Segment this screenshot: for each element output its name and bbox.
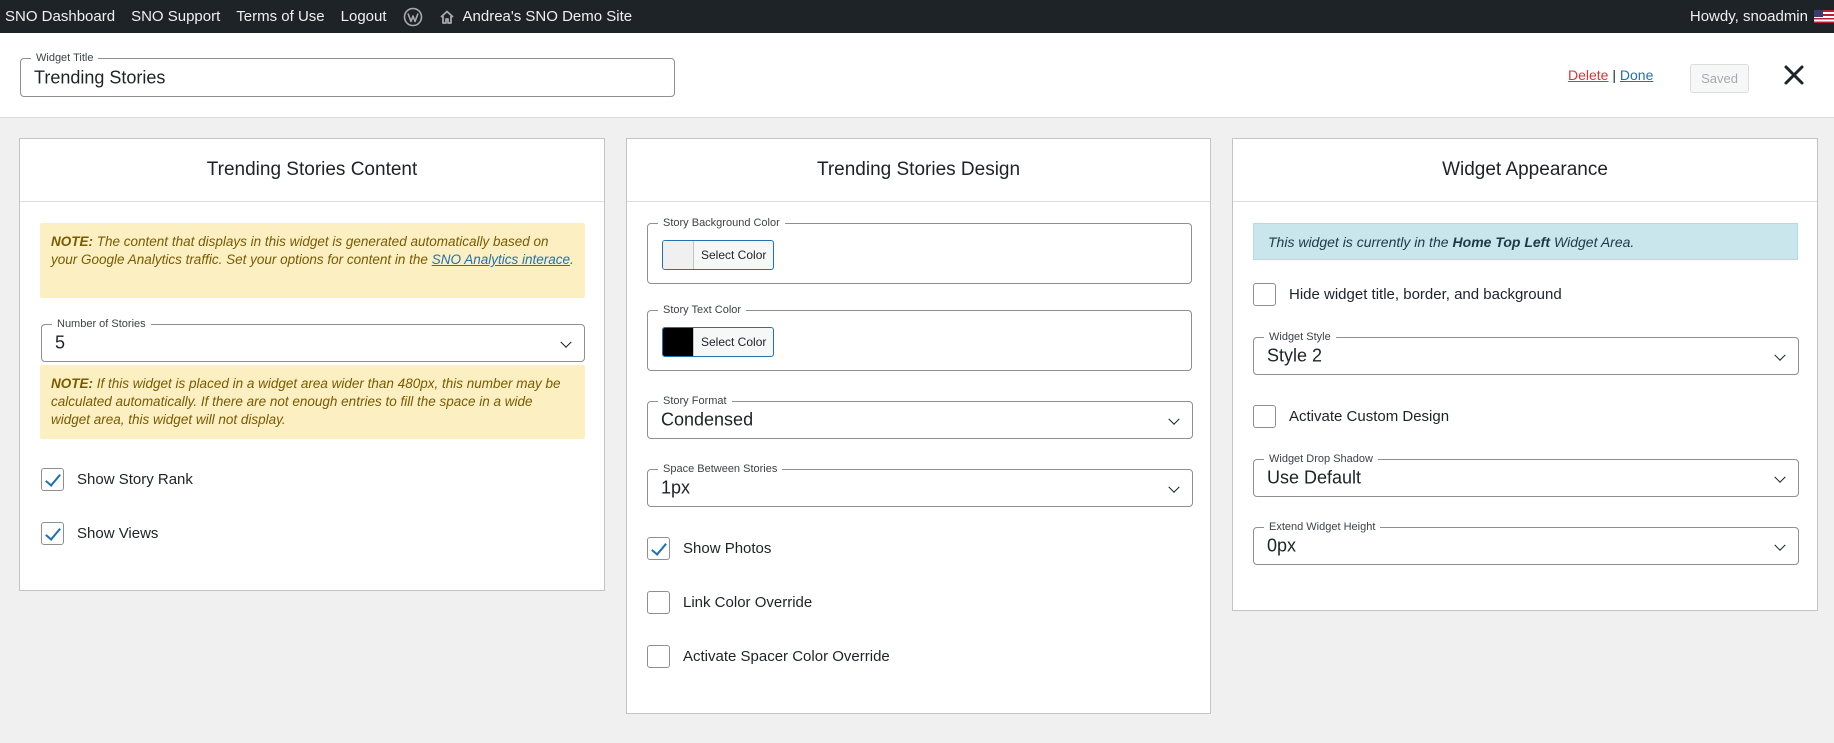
link-color-override-checkbox[interactable]: Link Color Override bbox=[647, 591, 812, 614]
background-color-picker-button[interactable]: Select Color bbox=[662, 240, 775, 270]
design-panel: Trending Stories Design Story Background… bbox=[626, 138, 1211, 714]
delete-link[interactable]: Delete bbox=[1568, 67, 1608, 83]
story-text-color-field: Story Text Color Select Color bbox=[647, 303, 1192, 371]
sno-dashboard-link[interactable]: SNO Dashboard bbox=[0, 0, 123, 33]
widget-area-info: This widget is currently in the Home Top… bbox=[1253, 223, 1798, 260]
story-format-value: Condensed bbox=[661, 409, 754, 430]
background-color-swatch bbox=[663, 241, 694, 269]
chevron-down-icon bbox=[1168, 481, 1180, 493]
note-label: NOTE: bbox=[51, 376, 93, 391]
close-icon[interactable] bbox=[1782, 63, 1806, 87]
checkbox-unchecked-icon[interactable] bbox=[647, 591, 670, 614]
checkbox-checked-icon[interactable] bbox=[647, 537, 670, 560]
story-text-color-legend: Story Text Color bbox=[658, 303, 747, 317]
story-format-select[interactable]: Story Format Condensed bbox=[647, 394, 1193, 439]
user-avatar bbox=[1814, 10, 1834, 23]
saved-button[interactable]: Saved bbox=[1690, 64, 1749, 93]
info-area-name: Home Top Left bbox=[1452, 233, 1551, 250]
hide-widget-title-label: Hide widget title, border, and backgroun… bbox=[1289, 286, 1562, 303]
number-of-stories-select[interactable]: Number of Stories 5 bbox=[41, 317, 585, 362]
header-actions: Delete | Done bbox=[1568, 67, 1653, 83]
admin-bar: SNO Dashboard SNO Support Terms of Use L… bbox=[0, 0, 1834, 33]
logout-link[interactable]: Logout bbox=[333, 0, 395, 33]
content-panel-heading: Trending Stories Content bbox=[20, 139, 604, 202]
spacer-color-override-checkbox[interactable]: Activate Spacer Color Override bbox=[647, 645, 890, 668]
appearance-panel-heading: Widget Appearance bbox=[1233, 139, 1817, 202]
text-color-swatch bbox=[663, 328, 694, 356]
extend-widget-height-select[interactable]: Extend Widget Height 0px bbox=[1253, 520, 1799, 565]
width-note: NOTE: If this widget is placed in a widg… bbox=[40, 365, 585, 439]
widget-title-field[interactable]: Widget Title Trending Stories bbox=[20, 51, 675, 97]
howdy-label: Howdy, snoadmin bbox=[1689, 8, 1808, 25]
widget-style-value: Style 2 bbox=[1267, 345, 1323, 366]
extend-widget-height-value: 0px bbox=[1267, 535, 1297, 556]
select-color-label: Select Color bbox=[701, 248, 767, 262]
note-label: NOTE: bbox=[51, 234, 93, 249]
widget-style-legend: Widget Style bbox=[1264, 330, 1336, 344]
widget-style-select[interactable]: Widget Style Style 2 bbox=[1253, 330, 1799, 375]
design-panel-heading: Trending Stories Design bbox=[627, 139, 1210, 202]
wordpress-icon[interactable] bbox=[395, 7, 431, 27]
content-panel: Trending Stories Content NOTE: The conte… bbox=[19, 138, 605, 591]
note-text: If this widget is placed in a widget are… bbox=[51, 376, 561, 427]
activate-custom-design-checkbox[interactable]: Activate Custom Design bbox=[1253, 405, 1449, 428]
sno-support-link[interactable]: SNO Support bbox=[123, 0, 228, 33]
space-between-stories-select[interactable]: Space Between Stories 1px bbox=[647, 462, 1193, 507]
widget-drop-shadow-legend: Widget Drop Shadow bbox=[1264, 452, 1378, 466]
chevron-down-icon bbox=[1774, 471, 1786, 483]
checkbox-unchecked-icon[interactable] bbox=[1253, 283, 1276, 306]
show-views-checkbox[interactable]: Show Views bbox=[41, 522, 158, 545]
text-color-picker-button[interactable]: Select Color bbox=[662, 327, 775, 357]
checkbox-unchecked-icon[interactable] bbox=[1253, 405, 1276, 428]
widget-title-input[interactable]: Trending Stories bbox=[34, 67, 165, 88]
show-photos-label: Show Photos bbox=[683, 540, 772, 557]
checkbox-checked-icon[interactable] bbox=[41, 522, 64, 545]
checkbox-unchecked-icon[interactable] bbox=[647, 645, 670, 668]
info-prefix: This widget is currently in the bbox=[1268, 233, 1449, 250]
chevron-down-icon bbox=[1774, 539, 1786, 551]
action-separator: | bbox=[1612, 67, 1616, 83]
number-of-stories-legend: Number of Stories bbox=[52, 317, 151, 331]
appearance-panel: Widget Appearance This widget is current… bbox=[1232, 138, 1818, 611]
widget-drop-shadow-value: Use Default bbox=[1267, 467, 1362, 488]
note-period: . bbox=[570, 252, 574, 267]
terms-of-use-link[interactable]: Terms of Use bbox=[228, 0, 332, 33]
chevron-down-icon bbox=[1774, 349, 1786, 361]
done-link[interactable]: Done bbox=[1620, 67, 1653, 83]
analytics-note: NOTE: The content that displays in this … bbox=[40, 223, 585, 298]
story-background-color-field: Story Background Color Select Color bbox=[647, 216, 1192, 284]
hide-widget-title-checkbox[interactable]: Hide widget title, border, and backgroun… bbox=[1253, 283, 1562, 306]
number-of-stories-value: 5 bbox=[55, 332, 66, 353]
extend-widget-height-legend: Extend Widget Height bbox=[1264, 520, 1381, 534]
spacer-color-override-label: Activate Spacer Color Override bbox=[683, 648, 890, 665]
sno-analytics-link[interactable]: SNO Analytics interace bbox=[432, 252, 570, 267]
widget-editor-header: Widget Title Trending Stories Delete | D… bbox=[0, 33, 1834, 118]
info-suffix: Widget Area. bbox=[1554, 233, 1635, 250]
home-icon bbox=[439, 10, 454, 24]
widget-title-legend: Widget Title bbox=[31, 51, 99, 65]
checkbox-checked-icon[interactable] bbox=[41, 468, 64, 491]
site-name-label: Andrea's SNO Demo Site bbox=[462, 8, 633, 25]
story-format-legend: Story Format bbox=[658, 394, 732, 408]
story-background-color-legend: Story Background Color bbox=[658, 216, 785, 230]
activate-custom-design-label: Activate Custom Design bbox=[1289, 408, 1450, 425]
show-photos-checkbox[interactable]: Show Photos bbox=[647, 537, 771, 560]
chevron-down-icon bbox=[1168, 413, 1180, 425]
link-color-override-label: Link Color Override bbox=[683, 594, 813, 611]
widget-drop-shadow-select[interactable]: Widget Drop Shadow Use Default bbox=[1253, 452, 1799, 497]
show-views-label: Show Views bbox=[77, 525, 159, 542]
space-between-stories-value: 1px bbox=[661, 477, 691, 498]
select-color-label: Select Color bbox=[701, 335, 767, 349]
my-account[interactable]: Howdy, snoadmin bbox=[1690, 8, 1834, 25]
show-story-rank-label: Show Story Rank bbox=[77, 471, 193, 488]
show-story-rank-checkbox[interactable]: Show Story Rank bbox=[41, 468, 193, 491]
chevron-down-icon bbox=[560, 336, 572, 348]
space-between-stories-legend: Space Between Stories bbox=[658, 462, 783, 476]
site-name-link[interactable]: Andrea's SNO Demo Site bbox=[431, 0, 641, 33]
